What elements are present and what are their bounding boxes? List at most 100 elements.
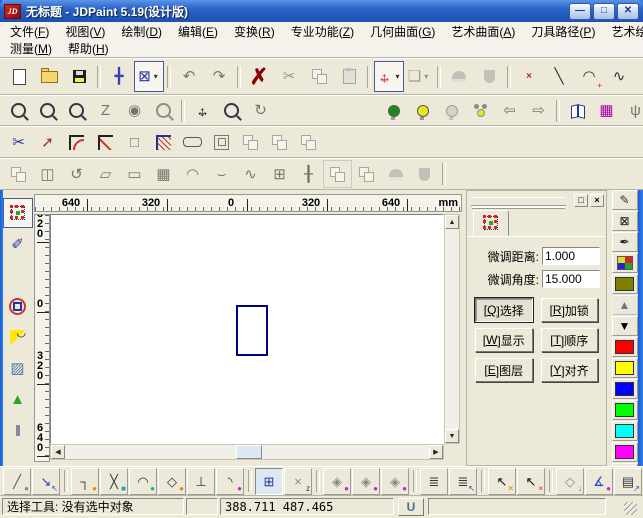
panel-layer-button[interactable]: [E]图层 bbox=[475, 358, 533, 382]
scroll-up-arrow-icon[interactable]: ▲ bbox=[445, 215, 459, 229]
close-button[interactable]: ✕ bbox=[617, 3, 639, 20]
scroll-down-arrow-icon[interactable]: ▼ bbox=[445, 429, 459, 443]
transform-tool-dropdown-icon[interactable]: ▾ bbox=[394, 72, 402, 81]
nudge-angle-input[interactable] bbox=[542, 270, 600, 288]
panel-close-button[interactable]: × bbox=[590, 194, 604, 207]
swatch-blue[interactable] bbox=[612, 379, 638, 399]
nc-path-tool[interactable] bbox=[3, 415, 33, 445]
work-plane[interactable]: ≣ bbox=[420, 468, 448, 495]
arc-tool[interactable]: ◠+ bbox=[574, 61, 604, 92]
node-edit-tool[interactable]: ✐ bbox=[3, 229, 33, 259]
pencil-tool[interactable]: ✎ bbox=[612, 190, 638, 210]
palette-editor[interactable] bbox=[612, 253, 638, 273]
snap-endpoint[interactable]: ╱● bbox=[3, 468, 31, 495]
swatch-green[interactable] bbox=[612, 400, 638, 420]
chamfer-tool[interactable] bbox=[91, 128, 120, 156]
snap-nearest[interactable]: ↘↖ bbox=[32, 468, 60, 495]
pick-measure[interactable]: ∡● bbox=[585, 468, 613, 495]
nudge-crosshair[interactable]: ╋ bbox=[104, 61, 134, 92]
eyedropper-tool[interactable]: ✒ bbox=[612, 232, 638, 252]
delete-object[interactable]: ✗ bbox=[244, 61, 274, 92]
swatch-cyan[interactable] bbox=[612, 421, 638, 441]
snap-perpendicular[interactable]: ⊥ bbox=[187, 468, 215, 495]
drawing-canvas[interactable] bbox=[50, 214, 444, 444]
menu-item-e[interactable]: 编辑(E) bbox=[170, 22, 226, 41]
save-file[interactable] bbox=[64, 61, 94, 92]
panel-lock-button[interactable]: [R]加锁 bbox=[541, 298, 599, 322]
grid-plane-yz[interactable]: ◈● bbox=[352, 468, 380, 495]
pick-add[interactable]: ↖✕ bbox=[488, 468, 516, 495]
shape-tool[interactable] bbox=[3, 291, 33, 321]
color-dots[interactable] bbox=[466, 97, 495, 125]
knife-tool[interactable]: ▨ bbox=[3, 353, 33, 383]
panel-align-button[interactable]: [Y]对齐 bbox=[541, 358, 599, 382]
hatch-tool[interactable] bbox=[149, 128, 178, 156]
nofill-toggle[interactable]: ⊠▾ bbox=[134, 61, 164, 92]
zoom-in[interactable]: + bbox=[62, 97, 91, 125]
trim-tool[interactable]: ✂ bbox=[4, 128, 33, 156]
scroll-right-arrow-icon[interactable]: ▶ bbox=[429, 445, 443, 459]
vertical-scrollbar[interactable]: ▲ ▼ bbox=[444, 214, 460, 444]
swatch-red[interactable] bbox=[612, 337, 638, 357]
pick-remove[interactable]: ↖× bbox=[517, 468, 545, 495]
snap-quadrant[interactable]: ◇● bbox=[158, 468, 186, 495]
extend-tool[interactable]: ➚ bbox=[33, 128, 62, 156]
panel-display-button[interactable]: [W]显示 bbox=[475, 328, 533, 352]
spline-tool[interactable] bbox=[3, 322, 33, 352]
work-plane-pick[interactable]: ≣↖ bbox=[449, 468, 477, 495]
pick-list[interactable]: ▤↗ bbox=[614, 468, 642, 495]
nudge-distance-input[interactable] bbox=[542, 247, 600, 265]
layer-manager[interactable] bbox=[563, 97, 592, 125]
pan-view[interactable] bbox=[188, 97, 217, 125]
maximize-button[interactable]: □ bbox=[593, 3, 615, 20]
zoom-1to1[interactable]: 1 bbox=[217, 97, 246, 125]
color-scroll-down[interactable]: ▼ bbox=[612, 316, 638, 336]
fillet-tool[interactable] bbox=[62, 128, 91, 156]
open-file[interactable] bbox=[34, 61, 64, 92]
snap-grid[interactable]: ⊞ bbox=[255, 468, 283, 495]
menu-item-y[interactable]: 艺术绘制(Y) bbox=[603, 22, 643, 41]
menu-item-a[interactable]: 艺术曲面(A) bbox=[443, 22, 523, 41]
menu-item-p[interactable]: 刀具路径(P) bbox=[523, 22, 603, 41]
snap-corner[interactable]: ┐● bbox=[71, 468, 99, 495]
point-tool[interactable]: × bbox=[514, 61, 544, 92]
panel-select-button[interactable]: [Q]选择 bbox=[475, 298, 533, 322]
snap-arc-center[interactable]: ◠● bbox=[129, 468, 157, 495]
grid-plane-zx[interactable]: ◈● bbox=[381, 468, 409, 495]
units-button[interactable]: U bbox=[398, 498, 424, 516]
panel-tab-select[interactable] bbox=[473, 210, 509, 236]
menu-item-g[interactable]: 几何曲面(G) bbox=[362, 22, 443, 41]
offset-contour[interactable] bbox=[207, 128, 236, 156]
no-color[interactable]: ⊠ bbox=[612, 211, 638, 231]
panel-order-button[interactable]: [T]顺序 bbox=[541, 328, 599, 352]
menu-item-z[interactable]: 专业功能(Z) bbox=[283, 22, 362, 41]
snap-axis[interactable]: ×z bbox=[284, 468, 312, 495]
object-table[interactable]: ▦ bbox=[592, 97, 621, 125]
horizontal-scrollbar[interactable]: ◀ ▶ bbox=[50, 444, 444, 460]
menu-item-h[interactable]: 帮助(H) bbox=[60, 39, 117, 58]
oblong-tool[interactable] bbox=[178, 128, 207, 156]
select-tool[interactable] bbox=[3, 198, 33, 228]
transform-tool[interactable]: ▾ bbox=[374, 61, 404, 92]
zoom-window[interactable] bbox=[4, 97, 33, 125]
horizontal-scroll-thumb[interactable] bbox=[236, 445, 262, 459]
menu-item-m[interactable]: 测量(M) bbox=[2, 39, 60, 58]
light-preview[interactable] bbox=[408, 97, 437, 125]
new-file[interactable] bbox=[4, 61, 34, 92]
swatch-magenta[interactable] bbox=[612, 442, 638, 462]
pick-rotate[interactable]: ◇↓ bbox=[556, 468, 584, 495]
minimize-button[interactable]: — bbox=[569, 3, 591, 20]
emboss-tool[interactable]: ▲ bbox=[3, 384, 33, 414]
current-color[interactable] bbox=[612, 274, 638, 294]
nofill-toggle-dropdown-icon[interactable]: ▾ bbox=[152, 72, 160, 81]
scroll-left-arrow-icon[interactable]: ◀ bbox=[51, 445, 65, 459]
menu-item-d[interactable]: 绘制(D) bbox=[113, 22, 170, 41]
snap-tangent[interactable]: ◝● bbox=[216, 468, 244, 495]
snap-intersection[interactable]: ╳■ bbox=[100, 468, 128, 495]
drawn-rectangle[interactable] bbox=[236, 305, 268, 356]
grid-plane-xy[interactable]: ◈● bbox=[323, 468, 351, 495]
light-render[interactable] bbox=[379, 97, 408, 125]
panel-maximize-button[interactable]: □ bbox=[574, 194, 588, 207]
resize-grip[interactable] bbox=[624, 502, 637, 515]
curve-tool[interactable]: ∿ bbox=[604, 61, 634, 92]
